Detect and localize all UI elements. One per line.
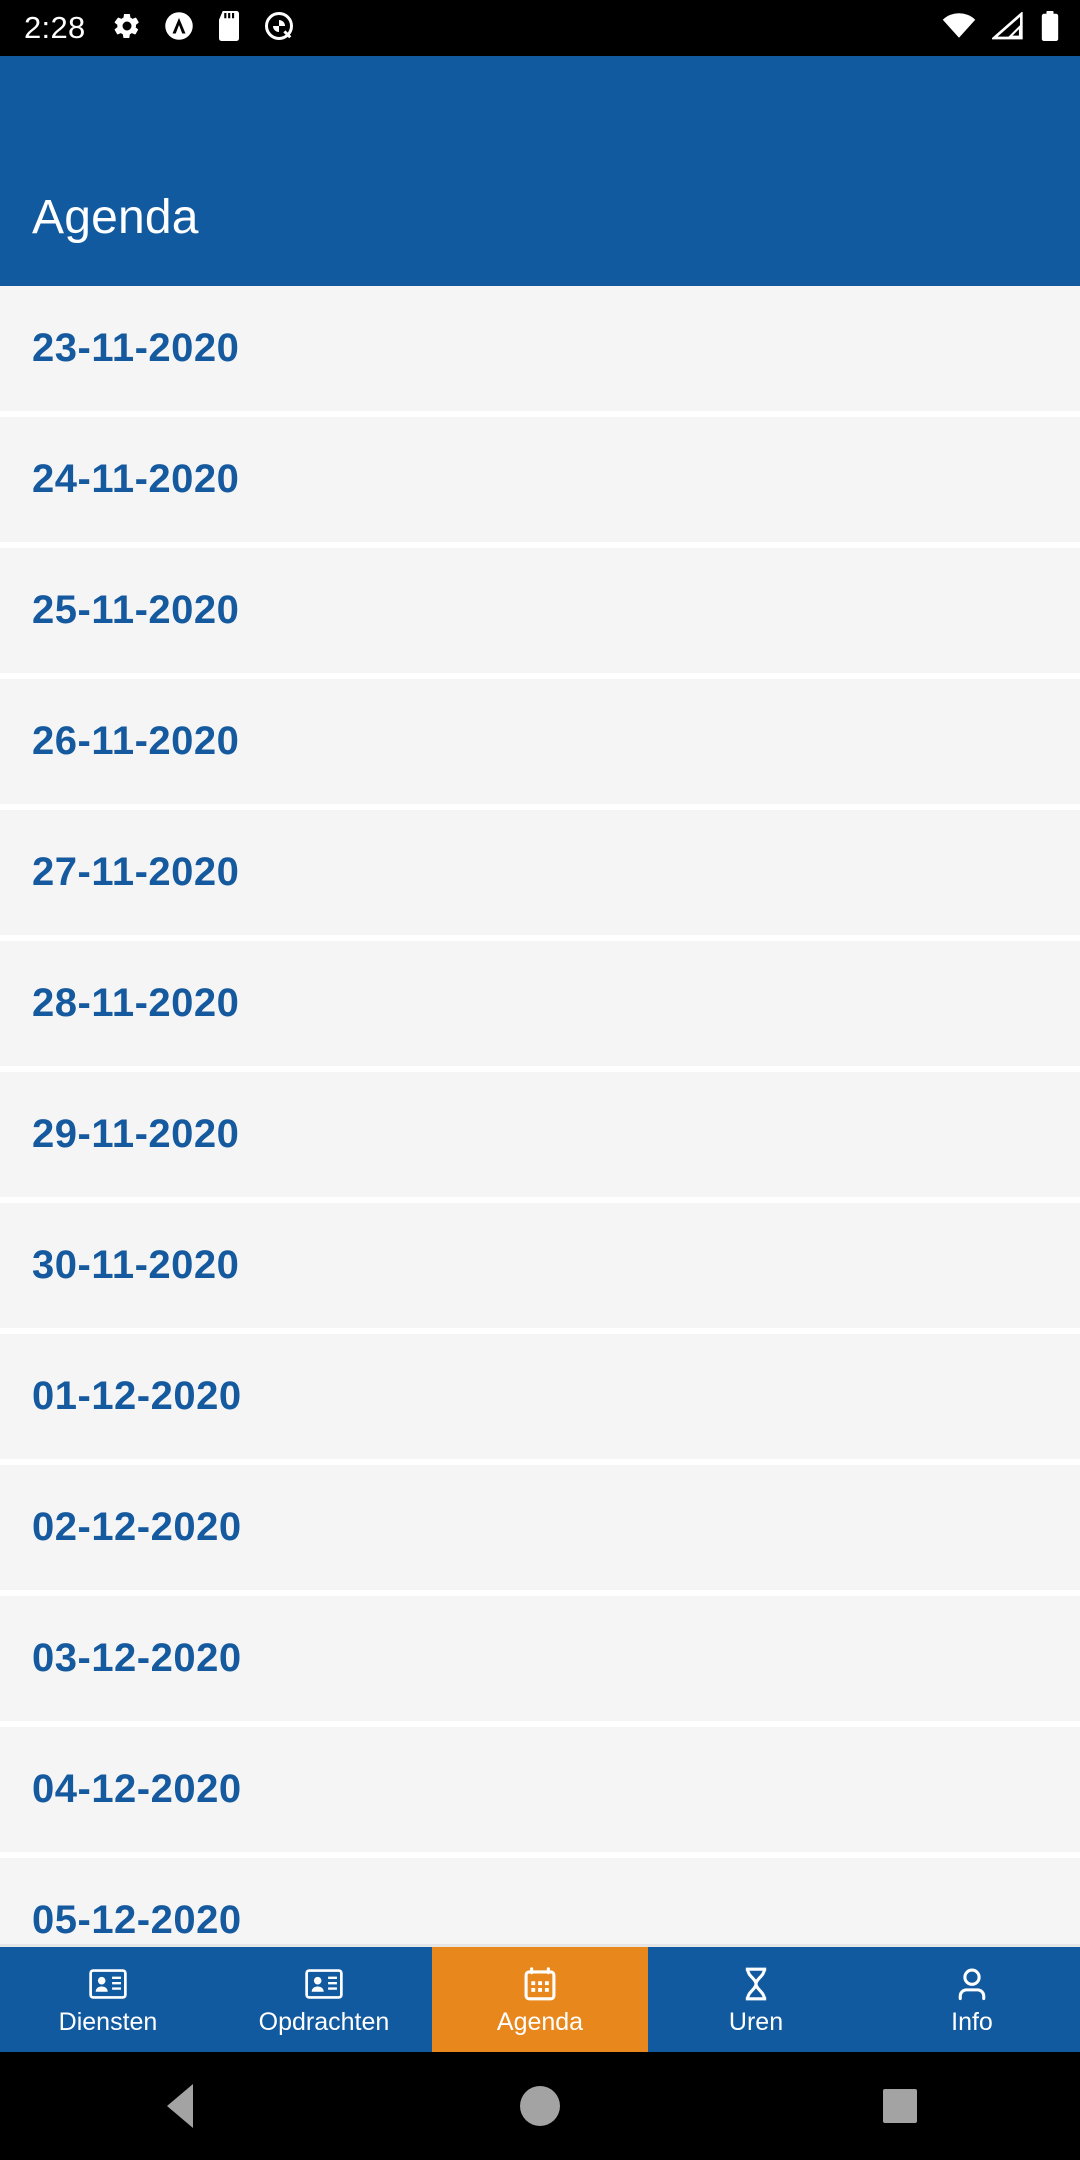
list-item[interactable]: 02-12-2020: [0, 1465, 1080, 1590]
status-bar-clock: 2:28: [24, 10, 86, 45]
agenda-date-label: 05-12-2020: [32, 1898, 242, 1942]
app-bar: Agenda: [0, 56, 1080, 286]
adguard-icon: [164, 11, 194, 46]
tab-diensten[interactable]: Diensten: [0, 1947, 216, 2052]
agenda-date-label: 27-11-2020: [32, 850, 240, 894]
list-item[interactable]: 01-12-2020: [0, 1334, 1080, 1459]
tab-label: Uren: [728, 2008, 784, 2036]
list-item[interactable]: 27-11-2020: [0, 810, 1080, 935]
agenda-date-label: 24-11-2020: [32, 457, 240, 501]
back-button[interactable]: [120, 2052, 240, 2160]
hourglass-icon: [741, 1964, 771, 2004]
agenda-date-label: 23-11-2020: [32, 326, 240, 370]
status-bar-notification-icons: [112, 10, 294, 46]
android-system-nav: [0, 2052, 1080, 2160]
agenda-date-label: 03-12-2020: [32, 1636, 242, 1680]
tab-info[interactable]: Info: [864, 1947, 1080, 2052]
list-item[interactable]: 29-11-2020: [0, 1072, 1080, 1197]
tab-agenda[interactable]: Agenda: [432, 1947, 648, 2052]
tab-uren[interactable]: Uren: [648, 1947, 864, 2052]
status-bar-system-icons: [942, 10, 1060, 46]
agenda-date-label: 28-11-2020: [32, 981, 240, 1025]
tab-label: Info: [951, 2008, 993, 2036]
circle-home-icon: [520, 2086, 560, 2126]
contact-card-icon: [305, 1964, 343, 2004]
calendar-icon: [523, 1964, 557, 2004]
list-item[interactable]: 03-12-2020: [0, 1596, 1080, 1721]
sd-card-icon: [216, 10, 242, 46]
list-item[interactable]: 26-11-2020: [0, 679, 1080, 804]
agenda-date-label: 30-11-2020: [32, 1243, 240, 1287]
agenda-date-label: 29-11-2020: [32, 1112, 240, 1156]
tab-label: Agenda: [496, 2008, 584, 2036]
list-item[interactable]: 28-11-2020: [0, 941, 1080, 1066]
bottom-navigation-bar: Diensten Opdrachten Agenda Uren Info: [0, 1944, 1080, 2052]
square-recents-icon: [883, 2089, 917, 2123]
list-item[interactable]: 30-11-2020: [0, 1203, 1080, 1328]
tab-label: Opdrachten: [258, 2008, 390, 2036]
triangle-back-icon: [167, 2084, 193, 2128]
person-icon: [956, 1964, 988, 2004]
list-item[interactable]: 04-12-2020: [0, 1727, 1080, 1852]
page-title: Agenda: [32, 191, 199, 244]
agenda-date-label: 02-12-2020: [32, 1505, 242, 1549]
list-item[interactable]: 25-11-2020: [0, 548, 1080, 673]
recents-button[interactable]: [840, 2052, 960, 2160]
agenda-date-label: 25-11-2020: [32, 588, 240, 632]
wifi-icon: [942, 12, 976, 45]
home-button[interactable]: [480, 2052, 600, 2160]
tab-label: Diensten: [58, 2008, 158, 2036]
app-root: 2:28 Agenda 23-11-2020 24-11-2020 25-11-…: [0, 0, 1080, 2160]
agenda-date-label: 01-12-2020: [32, 1374, 242, 1418]
tab-opdrachten[interactable]: Opdrachten: [216, 1947, 432, 2052]
status-bar: 2:28: [0, 0, 1080, 56]
list-item[interactable]: 24-11-2020: [0, 417, 1080, 542]
list-item[interactable]: 23-11-2020: [0, 286, 1080, 411]
cellular-signal-icon: [990, 10, 1024, 45]
contact-card-icon: [89, 1964, 127, 2004]
battery-icon: [1040, 10, 1060, 46]
quick-settings-icon: [264, 11, 294, 46]
agenda-date-label: 26-11-2020: [32, 719, 240, 763]
agenda-date-list[interactable]: 23-11-2020 24-11-2020 25-11-2020 26-11-2…: [0, 286, 1080, 1944]
gear-icon: [112, 11, 142, 46]
list-item[interactable]: 05-12-2020: [0, 1858, 1080, 1944]
agenda-date-label: 04-12-2020: [32, 1767, 242, 1811]
